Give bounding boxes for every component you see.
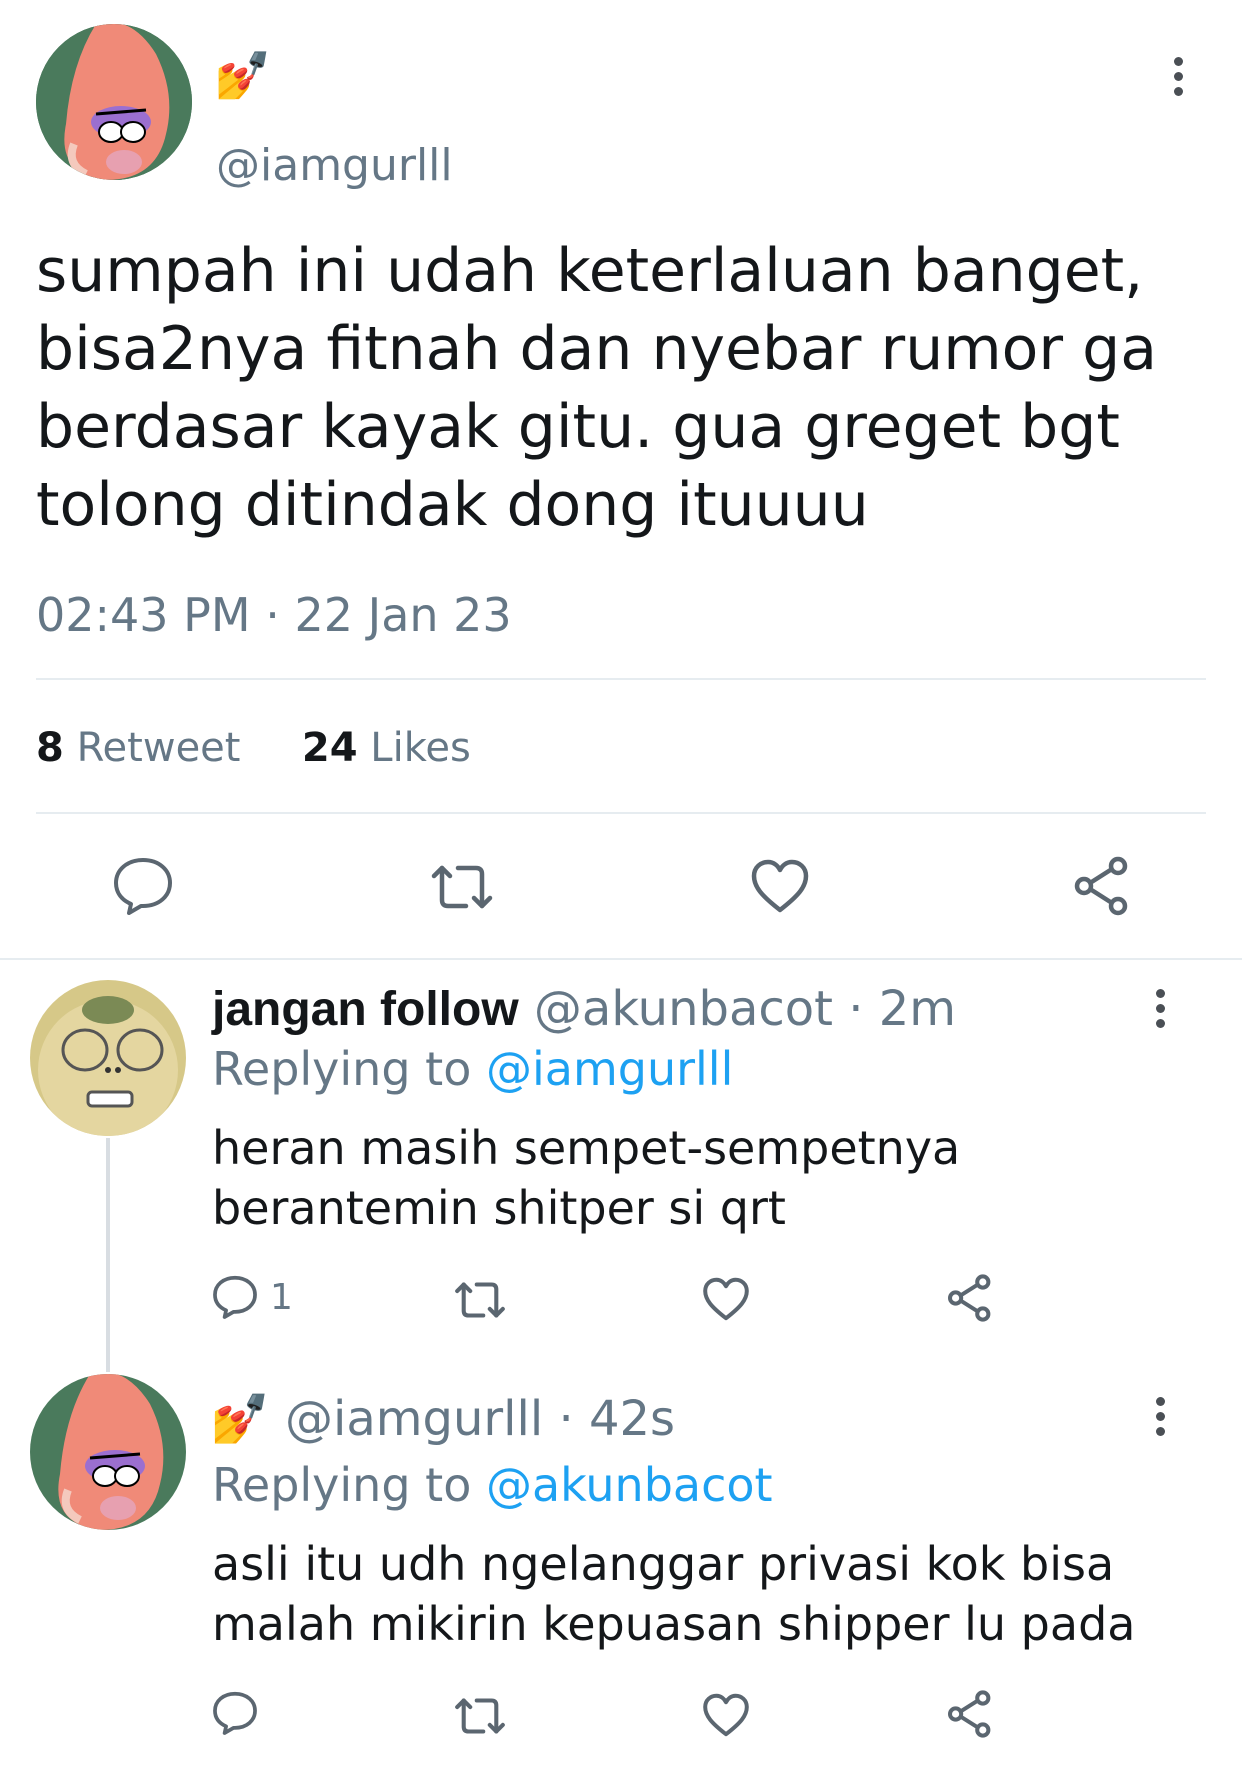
divider bbox=[36, 812, 1206, 814]
replying-handle-link[interactable]: @akunbacot bbox=[486, 1458, 773, 1512]
more-options-icon[interactable] bbox=[1158, 46, 1198, 106]
display-name[interactable]: jangan follow bbox=[212, 983, 519, 1036]
retweet-icon[interactable] bbox=[452, 1278, 508, 1322]
reply-text-line: asli itu udh ngelanggar privasi kok bisa bbox=[212, 1537, 1115, 1591]
replying-label: Replying to bbox=[212, 1458, 472, 1512]
tweet-text-line: bisa2nya fitnah dan nyebar rumor ga bbox=[36, 314, 1157, 384]
reply-text-line: berantemin shitper si qrt bbox=[212, 1181, 786, 1235]
engagement-stats: 8 Retweet 24 Likes bbox=[36, 722, 471, 774]
handle[interactable]: @iamgurlll bbox=[216, 138, 453, 194]
time-ago: 2m bbox=[878, 981, 957, 1037]
separator: · bbox=[848, 981, 864, 1037]
retweet-label: Retweet bbox=[76, 725, 241, 771]
likes-stat[interactable]: 24 Likes bbox=[302, 725, 471, 771]
avatar-image bbox=[30, 980, 186, 1136]
tweet-text-line: tolong ditindak dong ituuuu bbox=[36, 470, 869, 540]
share-icon[interactable] bbox=[946, 1690, 994, 1738]
divider bbox=[36, 678, 1206, 680]
likes-count: 24 bbox=[301, 725, 358, 771]
avatar[interactable] bbox=[30, 1374, 186, 1530]
reply-header: 💅 @iamgurlll · 42s bbox=[210, 1386, 675, 1452]
divider bbox=[0, 958, 1242, 960]
avatar-image bbox=[30, 1374, 186, 1530]
tweet-text: sumpah ini udah keterlaluan banget, bisa… bbox=[36, 232, 1216, 544]
retweet-icon[interactable] bbox=[452, 1694, 508, 1738]
avatar-image bbox=[36, 24, 192, 180]
more-options-icon[interactable] bbox=[1140, 1386, 1180, 1446]
avatar[interactable] bbox=[30, 980, 186, 1136]
tweet-text-line: berdasar kayak gitu. gua greget bgt bbox=[36, 392, 1120, 462]
tweet-text-line: sumpah ini udah keterlaluan banget, bbox=[36, 236, 1144, 306]
reply-button[interactable]: 1 bbox=[212, 1274, 293, 1320]
reply-icon[interactable] bbox=[212, 1690, 258, 1736]
thread-line bbox=[106, 1138, 110, 1372]
share-icon[interactable] bbox=[946, 1274, 994, 1322]
retweet-count: 8 bbox=[36, 725, 64, 771]
retweet-stat[interactable]: 8 Retweet bbox=[36, 725, 253, 771]
share-icon[interactable] bbox=[1072, 856, 1132, 916]
heart-icon[interactable] bbox=[702, 1276, 750, 1322]
time-ago: 42s bbox=[588, 1391, 676, 1447]
replying-to: Replying to @akunbacot bbox=[212, 1454, 773, 1516]
avatar[interactable] bbox=[36, 24, 192, 180]
more-options-icon[interactable] bbox=[1140, 978, 1180, 1038]
heart-icon[interactable] bbox=[750, 858, 810, 914]
replying-label: Replying to bbox=[212, 1042, 472, 1096]
display-name-emoji: 💅 bbox=[214, 48, 272, 102]
reply-text: asli itu udh ngelanggar privasi kok bisa… bbox=[212, 1534, 1135, 1654]
heart-icon[interactable] bbox=[702, 1692, 750, 1738]
replying-to: Replying to @iamgurlll bbox=[212, 1038, 733, 1100]
likes-label: Likes bbox=[370, 725, 471, 771]
reply-text: heran masih sempet-sempetnya berantemin … bbox=[212, 1118, 960, 1238]
retweet-icon[interactable] bbox=[428, 860, 496, 914]
handle[interactable]: @akunbacot bbox=[534, 981, 833, 1037]
replying-handle-link[interactable]: @iamgurlll bbox=[486, 1042, 733, 1096]
handle[interactable]: @iamgurlll bbox=[285, 1391, 543, 1447]
reply-icon bbox=[212, 1274, 258, 1320]
reply-icon[interactable] bbox=[112, 856, 174, 916]
timestamp[interactable]: 02:43 PM · 22 Jan 23 bbox=[36, 586, 512, 644]
display-name-emoji[interactable]: 💅 bbox=[210, 1391, 270, 1447]
reply-text-line: heran masih sempet-sempetnya bbox=[212, 1121, 961, 1175]
reply-text-line: malah mikirin kepuasan shipper lu pada bbox=[212, 1597, 1136, 1651]
reply-count: 1 bbox=[270, 1276, 293, 1318]
reply-header: jangan follow @akunbacot · 2m bbox=[212, 976, 956, 1043]
separator: · bbox=[558, 1391, 574, 1447]
